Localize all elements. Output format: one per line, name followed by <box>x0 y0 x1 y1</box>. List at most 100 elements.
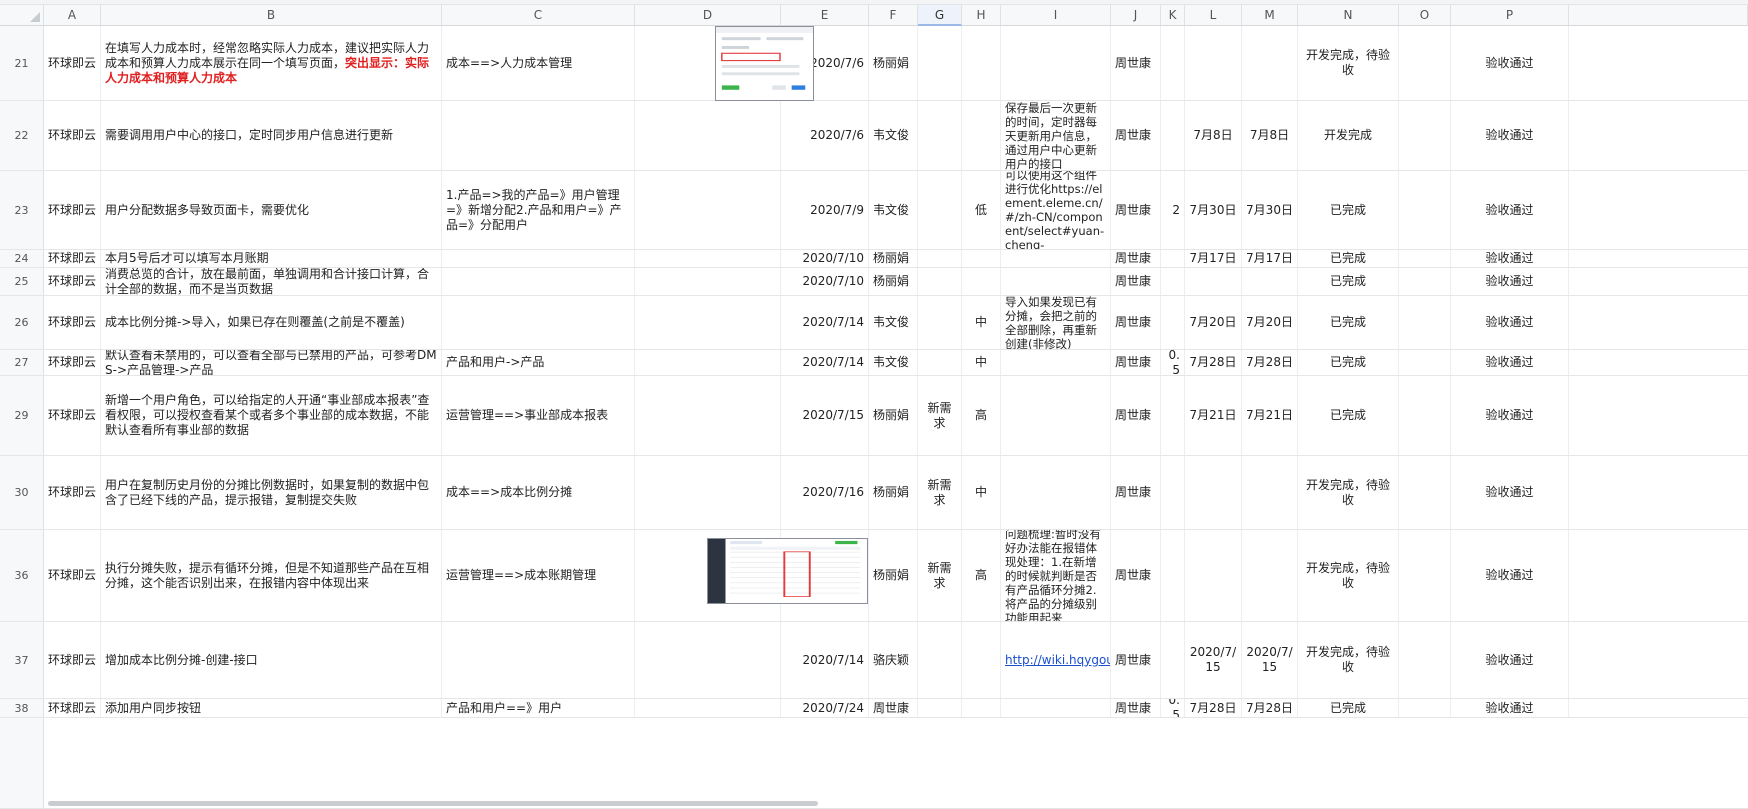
column-header-f[interactable]: F <box>869 5 918 26</box>
cell-c[interactable] <box>442 268 635 295</box>
cell-m[interactable]: 7月21日 <box>1242 376 1298 455</box>
cell-p[interactable]: 验收通过 <box>1451 376 1569 455</box>
column-header-o[interactable]: O <box>1399 5 1451 26</box>
cell-i[interactable]: 保存最后一次更新的时间，定时器每天更新用户信息，通过用户中心更新用户的接口 <box>1001 101 1111 170</box>
cell-n[interactable]: 已完成 <box>1298 250 1399 267</box>
cell-p[interactable]: 验收通过 <box>1451 171 1569 249</box>
cell-b[interactable]: 用户在复制历史月份的分摊比例数据时，如果复制的数据中包含了已经下线的产品，提示报… <box>101 456 442 529</box>
cell-p[interactable]: 验收通过 <box>1451 26 1569 100</box>
cell-j[interactable]: 周世康 <box>1111 530 1161 621</box>
cell-e[interactable]: 2020/7/15 <box>781 376 869 455</box>
cell-k[interactable]: 2 <box>1161 171 1185 249</box>
cell-b[interactable]: 执行分摊失败，提示有循环分摊，但是不知道那些产品在互相分摊，这个能否识别出来，在… <box>101 530 442 621</box>
cell-l[interactable]: 7月30日 <box>1185 171 1242 249</box>
row-header[interactable]: 30 <box>0 456 44 529</box>
embedded-table-screenshot[interactable] <box>707 538 868 604</box>
cell-h[interactable]: 低 <box>962 171 1001 249</box>
cell-j[interactable]: 周世康 <box>1111 26 1161 100</box>
cell-j[interactable]: 周世康 <box>1111 376 1161 455</box>
cell-g[interactable] <box>918 622 962 698</box>
column-header-i[interactable]: I <box>1001 5 1111 26</box>
cell-n[interactable]: 开发完成 <box>1298 101 1399 170</box>
cell-k[interactable]: 0.5 <box>1161 350 1185 375</box>
cell-c[interactable]: 1.产品=>我的产品=》用户管理=》新增分配2.产品和用户=》产品=》分配用户 <box>442 171 635 249</box>
cell-f[interactable]: 韦文俊 <box>869 171 918 249</box>
cell-h[interactable] <box>962 26 1001 100</box>
cell-m[interactable] <box>1242 456 1298 529</box>
cell-k[interactable] <box>1161 250 1185 267</box>
cell-d[interactable] <box>635 456 781 529</box>
cell-k[interactable] <box>1161 456 1185 529</box>
cell-o[interactable] <box>1399 171 1451 249</box>
cell-b[interactable]: 增加成本比例分摊-创建-接口 <box>101 622 442 698</box>
row-header[interactable]: 37 <box>0 622 44 698</box>
cell-b[interactable]: 添加用户同步按钮 <box>101 699 442 717</box>
row-header[interactable]: 21 <box>0 26 44 100</box>
row-header[interactable]: 26 <box>0 296 44 349</box>
cell-b[interactable]: 需要调用用户中心的接口，定时同步用户信息进行更新 <box>101 101 442 170</box>
cell-g[interactable] <box>918 350 962 375</box>
cell-i[interactable] <box>1001 699 1111 717</box>
cell-f[interactable]: 杨丽娟 <box>869 530 918 621</box>
cell-c[interactable] <box>442 296 635 349</box>
cell-i[interactable]: 问题梳理:暂时没有好办法能在报错体现处理：1.在新增的时候就判断是否有产品循环分… <box>1001 530 1111 621</box>
cell-i[interactable] <box>1001 26 1111 100</box>
cell-d[interactable] <box>635 101 781 170</box>
cell-l[interactable] <box>1185 268 1242 295</box>
cell-a[interactable]: 环球即云 <box>44 350 101 375</box>
cell-o[interactable] <box>1399 530 1451 621</box>
cell-g[interactable] <box>918 268 962 295</box>
cell-a[interactable]: 环球即云 <box>44 101 101 170</box>
cell-j[interactable]: 周世康 <box>1111 250 1161 267</box>
cell-f[interactable]: 杨丽娟 <box>869 268 918 295</box>
cell-e[interactable]: 2020/7/16 <box>781 456 869 529</box>
cell-n[interactable]: 已完成 <box>1298 171 1399 249</box>
row-header[interactable] <box>0 718 44 808</box>
cell-f[interactable]: 骆庆颖 <box>869 622 918 698</box>
row-header[interactable]: 25 <box>0 268 44 295</box>
cell-j[interactable]: 周世康 <box>1111 622 1161 698</box>
cell-k[interactable]: 0.5 <box>1161 699 1185 717</box>
cell-f[interactable]: 杨丽娟 <box>869 456 918 529</box>
cell-m[interactable]: 7月28日 <box>1242 350 1298 375</box>
cell-m[interactable] <box>1242 530 1298 621</box>
cell-h[interactable]: 中 <box>962 296 1001 349</box>
cell-h[interactable]: 高 <box>962 530 1001 621</box>
cell-g[interactable]: 新需求 <box>918 456 962 529</box>
column-header-g[interactable]: G <box>918 5 962 26</box>
cell-n[interactable]: 开发完成，待验收 <box>1298 530 1399 621</box>
row-header[interactable]: 23 <box>0 171 44 249</box>
cell-b[interactable]: 默认查看未禁用的，可以查看全部与已禁用的产品，可参考DMS->产品管理->产品 <box>101 350 442 375</box>
cell-a[interactable]: 环球即云 <box>44 699 101 717</box>
cell-e[interactable]: 2020/7/9 <box>781 171 869 249</box>
cell-d[interactable] <box>635 699 781 717</box>
cell-j[interactable]: 周世康 <box>1111 296 1161 349</box>
cell-p[interactable]: 验收通过 <box>1451 530 1569 621</box>
cell-o[interactable] <box>1399 699 1451 717</box>
cell-a[interactable]: 环球即云 <box>44 530 101 621</box>
cell-f[interactable]: 韦文俊 <box>869 350 918 375</box>
cell-m[interactable] <box>1242 26 1298 100</box>
cell-p[interactable]: 验收通过 <box>1451 101 1569 170</box>
cell-l[interactable]: 7月20日 <box>1185 296 1242 349</box>
cell-b[interactable]: 用户分配数据多导致页面卡，需要优化 <box>101 171 442 249</box>
cell-c[interactable]: 产品和用户==》用户 <box>442 699 635 717</box>
row-header[interactable]: 27 <box>0 350 44 375</box>
cell-o[interactable] <box>1399 26 1451 100</box>
column-header-a[interactable]: A <box>44 5 101 26</box>
cell-f[interactable]: 杨丽娟 <box>869 250 918 267</box>
column-header-p[interactable]: P <box>1451 5 1569 26</box>
cell-c[interactable]: 运营管理==>事业部成本报表 <box>442 376 635 455</box>
column-header-d[interactable]: D <box>635 5 781 26</box>
cell-i[interactable] <box>1001 350 1111 375</box>
column-header-n[interactable]: N <box>1298 5 1399 26</box>
cell-b[interactable]: 本月5号后才可以填写本月账期 <box>101 250 442 267</box>
cell-g[interactable] <box>918 101 962 170</box>
cell-n[interactable]: 已完成 <box>1298 699 1399 717</box>
cell-p[interactable]: 验收通过 <box>1451 296 1569 349</box>
cell-o[interactable] <box>1399 296 1451 349</box>
cell-f[interactable]: 周世康 <box>869 699 918 717</box>
cell-k[interactable] <box>1161 268 1185 295</box>
cell-l[interactable]: 7月17日 <box>1185 250 1242 267</box>
column-header-h[interactable]: H <box>962 5 1001 26</box>
